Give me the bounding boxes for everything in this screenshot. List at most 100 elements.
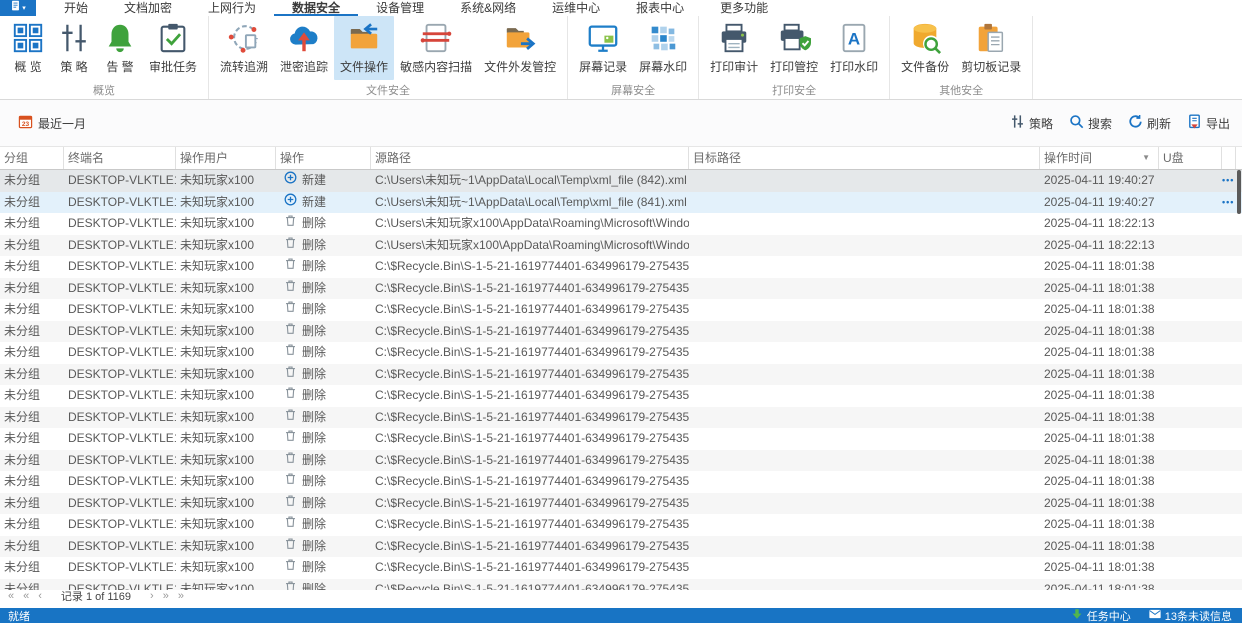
- cell-group: 未分组: [4, 366, 41, 381]
- sort-desc-icon[interactable]: ▼: [1142, 147, 1158, 169]
- ribbon-button-approval[interactable]: 审批任务: [143, 16, 203, 80]
- page-back-arrow-3[interactable]: ‹: [38, 589, 42, 603]
- cell-user: 未知玩家x100: [180, 302, 255, 316]
- trash-icon: [284, 514, 297, 536]
- screen-record-icon: [586, 21, 620, 55]
- trash-icon: [284, 471, 297, 493]
- row-actions-button[interactable]: •••: [1222, 170, 1236, 192]
- table-row[interactable]: 未分组 DESKTOP-VLKTLE1 未知玩家x100 删除 C:\$Recycle.…: [0, 299, 1242, 321]
- page-forward-arrow-2[interactable]: »: [163, 589, 169, 603]
- ribbon-button-file-backup[interactable]: 文件备份: [895, 16, 955, 80]
- operation-label: 删除: [302, 474, 327, 488]
- ribbon-button-screen-record[interactable]: 屏幕记录: [573, 16, 633, 80]
- ribbon-button-clipboard-record[interactable]: 剪切板记录: [955, 16, 1027, 80]
- column-header-2[interactable]: 终端名: [64, 147, 176, 169]
- cell-operation: 新建: [276, 192, 371, 214]
- toolbar-export-button[interactable]: 导出: [1187, 114, 1230, 132]
- table-row[interactable]: 未分组 DESKTOP-VLKTLE1 未知玩家x100 删除 C:\$Recycle.…: [0, 449, 1242, 472]
- ribbon-buttons: 流转追溯 泄密追踪 文件操作 敏感内容扫描 文件外发管控: [214, 16, 562, 80]
- column-header-7[interactable]: 操作时间 ▼: [1040, 147, 1159, 169]
- vertical-scrollbar-thumb[interactable]: [1237, 170, 1241, 214]
- cell-target-path: [689, 450, 1040, 472]
- menu-tab-6[interactable]: 系统&网络: [442, 0, 534, 16]
- menu-tab-3[interactable]: 上网行为: [190, 0, 274, 16]
- ribbon-buttons: 屏幕记录 屏幕水印: [573, 16, 693, 80]
- grid-header: 分组 终端名 操作用户 操作 源路径 目标路径 操作时间 ▼ U盘: [0, 146, 1242, 170]
- menu-tab-4[interactable]: 数据安全: [274, 0, 359, 16]
- ribbon-button-print-watermark[interactable]: A 打印水印: [824, 16, 884, 80]
- date-range-label: 最近一月: [38, 116, 87, 131]
- table-row[interactable]: 未分组 DESKTOP-VLKTLE1 未知玩家x100 删除 C:\Users\未知玩…: [0, 234, 1242, 256]
- ribbon-button-screen-watermark[interactable]: 屏幕水印: [633, 16, 693, 80]
- row-actions-button[interactable]: •••: [1222, 192, 1236, 214]
- column-header-9[interactable]: [1222, 147, 1236, 169]
- column-header-4[interactable]: 操作: [276, 147, 371, 169]
- operation-label: 删除: [302, 409, 327, 424]
- menu-tab-5[interactable]: 设备管理: [358, 0, 442, 16]
- toolbar-refresh-button[interactable]: 刷新: [1128, 114, 1171, 132]
- column-header-5[interactable]: 源路径: [371, 147, 689, 169]
- table-row[interactable]: 未分组 DESKTOP-VLKTLE1 未知玩家x100 删除 C:\$Recycle.…: [0, 492, 1242, 514]
- page-forward-arrow-3[interactable]: »: [178, 589, 184, 603]
- column-header-6[interactable]: 目标路径: [689, 147, 1040, 169]
- app-menu-button[interactable]: ▾: [0, 0, 36, 16]
- table-row[interactable]: 未分组 DESKTOP-VLKTLE1 未知玩家x100 删除 C:\$Recycle.…: [0, 342, 1242, 364]
- date-range-selector[interactable]: 23 最近一月: [18, 114, 86, 132]
- ribbon-button-overview[interactable]: 概 览: [5, 16, 51, 80]
- task-center-button[interactable]: 任务中心: [1071, 608, 1131, 623]
- download-arrow-icon: [1071, 608, 1083, 623]
- operation-label: 删除: [302, 560, 327, 574]
- column-header-1[interactable]: 分组: [0, 147, 64, 169]
- ribbon-button-outgoing[interactable]: 文件外发管控: [478, 16, 562, 80]
- ribbon-button-file-ops[interactable]: 文件操作: [334, 16, 395, 80]
- page-back-arrow-2[interactable]: «: [23, 589, 29, 603]
- ribbon-button-leak[interactable]: 泄密追踪: [274, 16, 334, 80]
- table-row[interactable]: 未分组 DESKTOP-VLKTLE1 未知玩家x100 删除 C:\$Recycle.…: [0, 514, 1242, 536]
- table-row[interactable]: 未分组 DESKTOP-VLKTLE1 未知玩家x100 删除 C:\Users\未知玩…: [0, 213, 1242, 235]
- cell-operation: 删除: [276, 428, 371, 450]
- cell-operation: 新建: [276, 170, 371, 192]
- menu-tab-2[interactable]: 文档加密: [106, 0, 190, 16]
- cell-user: 未知玩家x100: [180, 237, 255, 252]
- unread-messages-button[interactable]: 13条未读信息: [1149, 608, 1232, 623]
- column-header-8[interactable]: U盘: [1159, 147, 1222, 169]
- table-row[interactable]: 未分组 DESKTOP-VLKTLE1 未知玩家x100 删除 C:\$Recycle.…: [0, 471, 1242, 493]
- ribbon-button-label: 文件外发管控: [484, 60, 557, 74]
- ribbon-button-print-control[interactable]: 打印管控: [764, 16, 824, 80]
- menu-tab-7[interactable]: 运维中心: [534, 0, 618, 16]
- cell-operation: 删除: [276, 407, 371, 429]
- menu-tab-1[interactable]: 开始: [46, 0, 106, 16]
- table-row[interactable]: 未分组 DESKTOP-VLKTLE1 未知玩家x100 新建 C:\Users\未知玩…: [0, 170, 1242, 192]
- table-row[interactable]: 未分组 DESKTOP-VLKTLE1 未知玩家x100 删除 C:\$Recycle.…: [0, 320, 1242, 342]
- table-row[interactable]: 未分组 DESKTOP-VLKTLE1 未知玩家x100 删除 C:\$Recycle.…: [0, 428, 1242, 450]
- page-forward-arrow-1[interactable]: ›: [150, 589, 154, 603]
- cell-group: 未分组: [4, 495, 41, 510]
- operation-label: 删除: [302, 366, 327, 381]
- ribbon-button-print-audit[interactable]: 打印审计: [704, 16, 764, 80]
- app-window: ▾ 开始 文档加密 上网行为 数据安全 设备管理 系统&网络 运维中心 报表中心 更多功能 概 …: [0, 0, 1242, 623]
- page-back-arrow-1[interactable]: «: [8, 589, 14, 603]
- operation-label: 删除: [302, 323, 327, 338]
- ribbon-button-trace[interactable]: 流转追溯: [214, 16, 274, 80]
- ribbon-button-policy[interactable]: 策 略: [51, 16, 97, 80]
- table-row[interactable]: 未分组 DESKTOP-VLKTLE1 未知玩家x100 删除 C:\$Recycle.…: [0, 535, 1242, 557]
- operation-label: 删除: [302, 345, 327, 359]
- table-row[interactable]: 未分组 DESKTOP-VLKTLE1 未知玩家x100 删除 C:\$Recycle.…: [0, 385, 1242, 407]
- ribbon-button-scan[interactable]: 敏感内容扫描: [394, 16, 478, 80]
- table-row[interactable]: 未分组 DESKTOP-VLKTLE1 未知玩家x100 删除 C:\$Recycle.…: [0, 363, 1242, 385]
- table-row[interactable]: 未分组 DESKTOP-VLKTLE1 未知玩家x100 删除 C:\$Recycle.…: [0, 277, 1242, 299]
- table-row[interactable]: 未分组 DESKTOP-VLKTLE1 未知玩家x100 删除 C:\$Recycle.…: [0, 406, 1242, 429]
- print-watermark-icon: A: [837, 21, 871, 55]
- column-header-3[interactable]: 操作用户: [176, 147, 276, 169]
- table-row[interactable]: 未分组 DESKTOP-VLKTLE1 未知玩家x100 删除 C:\$Recycle.…: [0, 557, 1242, 579]
- table-row[interactable]: 未分组 DESKTOP-VLKTLE1 未知玩家x100 删除 C:\$Recycle.…: [0, 256, 1242, 278]
- toolbar-search-button[interactable]: 搜索: [1069, 114, 1112, 132]
- cell-operation: 删除: [276, 299, 371, 321]
- menu-tab-9[interactable]: 更多功能: [702, 0, 786, 16]
- table-row[interactable]: 未分组 DESKTOP-VLKTLE1 未知玩家x100 删除 C:\$Recycle.…: [0, 578, 1242, 590]
- toolbar-policy-sm-button[interactable]: 策略: [1010, 114, 1053, 132]
- ribbon-button-alert[interactable]: 告 警: [97, 16, 143, 80]
- cell-terminal: DESKTOP-VLKTLE1: [68, 323, 176, 338]
- table-row[interactable]: 未分组 DESKTOP-VLKTLE1 未知玩家x100 新建 C:\Users\未知玩…: [0, 191, 1242, 214]
- menu-tab-8[interactable]: 报表中心: [618, 0, 702, 16]
